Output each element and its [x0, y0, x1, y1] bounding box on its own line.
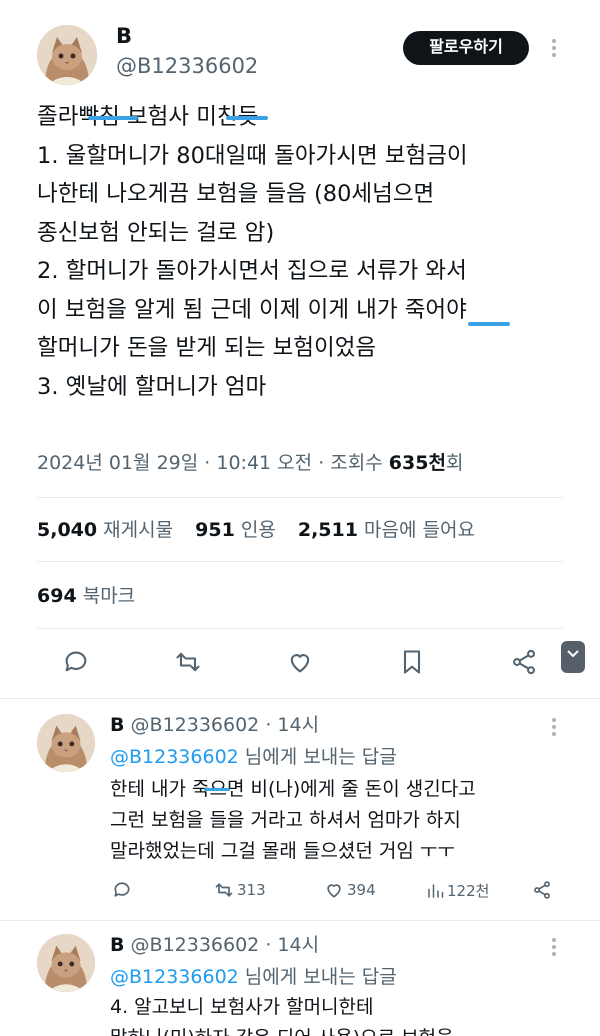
- views-count: 635천: [388, 452, 446, 474]
- retweet-button[interactable]: 313: [214, 880, 266, 900]
- reply-author-name[interactable]: B: [110, 934, 124, 956]
- views-icon: [428, 883, 444, 898]
- reply-author-handle[interactable]: @B12336602: [131, 934, 260, 956]
- scroll-down-icon[interactable]: [561, 641, 585, 673]
- reply-tweet[interactable]: B @B12336602 · 14시 @B12336602 님에게 보내는 답글…: [0, 922, 600, 1036]
- more-options-icon[interactable]: [551, 39, 557, 60]
- censor-scribble: [468, 322, 510, 326]
- reply-line: 말라했었는데 그걸 몰래 들으셨던 거임 ㅜㅜ: [110, 840, 455, 862]
- tweet-line: 3. 옛날에 할머니가 엄마: [37, 373, 267, 400]
- reply-action-bar: 313 394 122천: [0, 880, 600, 910]
- cat-avatar-image: [37, 934, 95, 992]
- tweet-date[interactable]: 2024년 01월 29일: [37, 452, 198, 474]
- cat-avatar-image: [37, 714, 95, 772]
- cat-avatar-image: [37, 25, 97, 85]
- reply-text: 한테 내가 죽으면 비(나)에게 줄 돈이 생긴다고 그런 보험을 들을 거라고…: [110, 774, 476, 867]
- like-icon: [327, 884, 341, 898]
- views-button[interactable]: 122천: [426, 880, 489, 901]
- reply-time[interactable]: 14시: [277, 714, 319, 736]
- share-icon[interactable]: [532, 880, 552, 900]
- tweet-meta: 2024년 01월 29일 · 10:41 오전 · 조회수 635천회: [37, 452, 464, 474]
- engagement-stats: 5,040 재게시물 951 인용 2,511 마음에 들어요: [37, 515, 491, 542]
- share-icon[interactable]: [510, 648, 538, 680]
- reply-avatar[interactable]: [37, 714, 95, 772]
- divider: [0, 920, 600, 921]
- quote-label[interactable]: 인용: [241, 519, 276, 541]
- like-label[interactable]: 마음에 들어요: [364, 519, 475, 541]
- retweet-icon: [215, 883, 233, 897]
- more-options-icon[interactable]: [551, 938, 557, 959]
- like-count[interactable]: 2,511: [298, 519, 358, 541]
- bookmark-label[interactable]: 북마크: [83, 585, 135, 607]
- follow-button[interactable]: 팔로우하기: [403, 31, 529, 65]
- divider: [37, 561, 563, 562]
- replying-to: @B12336602 님에게 보내는 답글: [110, 962, 397, 989]
- tweet-line: 2. 할머니가 돌아가시면서 집으로 서류가 와서: [37, 258, 467, 284]
- divider: [0, 698, 600, 699]
- divider: [37, 497, 563, 498]
- more-options-icon[interactable]: [551, 718, 557, 739]
- quote-count[interactable]: 951: [195, 519, 235, 541]
- reply-time[interactable]: 14시: [277, 934, 319, 956]
- tweet-time[interactable]: 10:41 오전: [216, 452, 312, 474]
- bookmark-stats: 694 북마크: [37, 581, 135, 608]
- reply-to-suffix: 님에게 보내는 답글: [244, 966, 397, 988]
- reply-icon[interactable]: [62, 648, 90, 680]
- divider: [37, 628, 563, 629]
- reply-to-suffix: 님에게 보내는 답글: [244, 746, 397, 768]
- reply-retweet-count: 313: [237, 881, 266, 899]
- views-suffix: 회: [445, 452, 464, 474]
- censor-scribble: [204, 788, 230, 791]
- retweet-icon[interactable]: [174, 648, 202, 680]
- reply-line: 말하니(미)하자 같은 되어 사용)으로 보험을: [110, 1023, 454, 1036]
- replying-to: @B12336602 님에게 보내는 답글: [110, 742, 397, 769]
- tweet-line: 나한테 나오게끔 보험을 들음 (80세넘으면: [37, 181, 435, 207]
- censor-scribble: [226, 116, 268, 120]
- author-handle[interactable]: @B12336602: [116, 54, 258, 78]
- views-label: 조회수: [330, 452, 383, 474]
- reply-line: 그런 보험을 들을 거라고 하셔서 엄마가 하지: [110, 809, 461, 831]
- reply-author-name[interactable]: B: [110, 714, 124, 736]
- tweet-line: 1. 울할머니가 80대일때 돌아가시면 보험금이: [37, 142, 468, 169]
- tweet-line: 종신보험 안되는 걸로 암): [37, 219, 275, 246]
- retweet-count[interactable]: 5,040: [37, 519, 97, 541]
- reply-mention[interactable]: @B12336602: [110, 746, 239, 768]
- censor-scribble: [88, 116, 138, 120]
- retweet-label[interactable]: 재게시물: [103, 519, 173, 541]
- bookmark-icon[interactable]: [398, 648, 426, 680]
- reply-line: 4. 알고보니 보험사가 할머니한테: [110, 996, 374, 1018]
- tweet-header: B @B12336602 팔로우하기: [0, 0, 600, 90]
- tweet-text: 졸라빡침 보험사 미친듯 1. 울할머니가 80대일때 돌아가시면 보험금이 나…: [37, 98, 577, 406]
- reply-view-count: 122천: [447, 882, 490, 900]
- reply-header: B @B12336602 · 14시: [110, 714, 320, 736]
- reply-mention[interactable]: @B12336602: [110, 966, 239, 988]
- reply-tweet[interactable]: B @B12336602 · 14시 @B12336602 님에게 보내는 답글…: [0, 700, 600, 920]
- reply-line: 한테 내가 죽으면 비(나)에게 줄 돈이 생긴다고: [110, 778, 476, 800]
- author-avatar[interactable]: [37, 25, 97, 85]
- bookmark-count[interactable]: 694: [37, 585, 77, 607]
- tweet-line: 할머니가 돈을 받게 되는 보험이었음: [37, 335, 377, 361]
- like-icon[interactable]: [286, 648, 314, 680]
- reply-avatar[interactable]: [37, 934, 95, 992]
- reply-author-handle[interactable]: @B12336602: [131, 714, 260, 736]
- reply-header: B @B12336602 · 14시: [110, 934, 320, 956]
- reply-like-count: 394: [347, 881, 376, 899]
- reply-text: 4. 알고보니 보험사가 할머니한테 말하니(미)하자 같은 되어 사용)으로 …: [110, 992, 454, 1036]
- author-name[interactable]: B: [116, 24, 132, 48]
- reply-icon[interactable]: [112, 880, 132, 900]
- like-button[interactable]: 394: [324, 880, 376, 900]
- tweet-action-bar: [0, 640, 600, 686]
